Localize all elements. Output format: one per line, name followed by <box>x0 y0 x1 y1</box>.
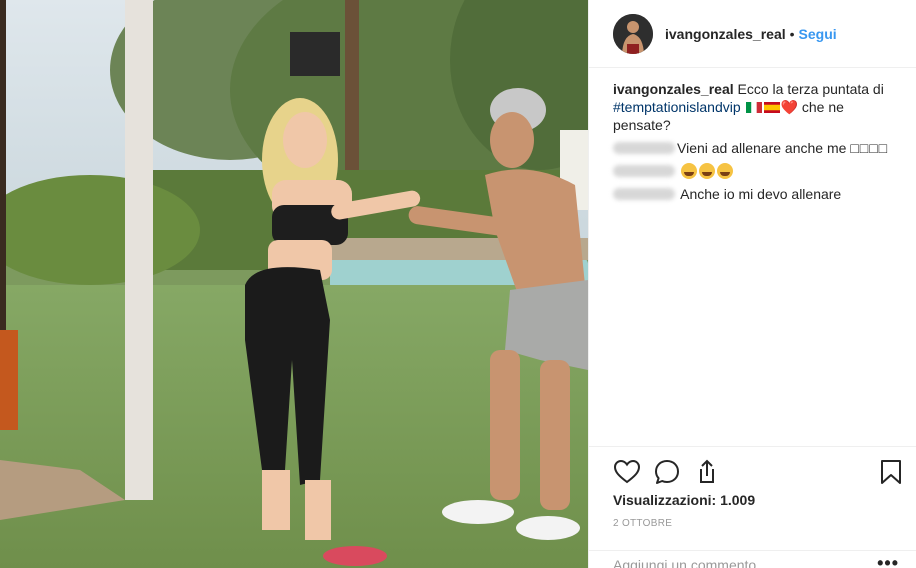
italy-flag-icon <box>745 102 762 113</box>
header-separator: • <box>789 25 795 42</box>
bookmark-icon[interactable] <box>877 458 905 486</box>
comment-text: Vieni ad allenare anche me <box>677 140 847 156</box>
comment-text: Anche io mi devo allenare <box>680 186 842 202</box>
comment-item: Vieni ad allenare anche me □□□□ <box>613 139 903 157</box>
video-still <box>0 0 588 568</box>
comments-list: ivangonzales_real Ecco la terza puntata … <box>613 80 903 208</box>
laughing-tears-emoji-icon <box>716 163 733 179</box>
comment-item <box>613 162 903 180</box>
blurred-username <box>613 188 675 200</box>
spain-flag-icon <box>763 102 780 113</box>
post-header: ivangonzales_real • Segui <box>589 0 916 68</box>
share-icon[interactable] <box>693 458 721 486</box>
blurred-username <box>613 165 675 177</box>
post-side-panel: ivangonzales_real • Segui ivangonzales_r… <box>588 0 916 568</box>
caption-hashtag[interactable]: #temptationislandvip <box>613 99 741 115</box>
post-actions <box>613 458 905 486</box>
caption-username[interactable]: ivangonzales_real <box>613 81 734 97</box>
blurred-username <box>613 142 675 154</box>
caption: ivangonzales_real Ecco la terza puntata … <box>613 80 903 134</box>
more-options-icon[interactable]: ••• <box>877 553 899 568</box>
author-username[interactable]: ivangonzales_real <box>665 26 786 42</box>
author-avatar[interactable] <box>613 13 653 54</box>
comment-trailing-glyphs: □□□□ <box>850 140 889 156</box>
laughing-tears-emoji-icon <box>680 163 697 179</box>
red-heart-icon: ❤️ <box>780 99 798 115</box>
heart-icon[interactable] <box>613 458 641 486</box>
comment-composer: ••• <box>589 550 916 568</box>
post-date: 2 OTTOBRE <box>613 518 673 529</box>
comment-icon[interactable] <box>653 458 681 486</box>
actions-divider <box>589 446 916 447</box>
avatar-image <box>613 13 653 54</box>
comment-item: Anche io mi devo allenare <box>613 185 903 203</box>
post-video[interactable] <box>0 0 588 568</box>
views-count[interactable]: Visualizzazioni: 1.009 <box>613 492 755 508</box>
follow-button[interactable]: Segui <box>799 26 837 42</box>
caption-text-before: Ecco la terza puntata di <box>737 81 884 97</box>
comment-input[interactable] <box>613 557 863 568</box>
laughing-tears-emoji-icon <box>698 163 715 179</box>
